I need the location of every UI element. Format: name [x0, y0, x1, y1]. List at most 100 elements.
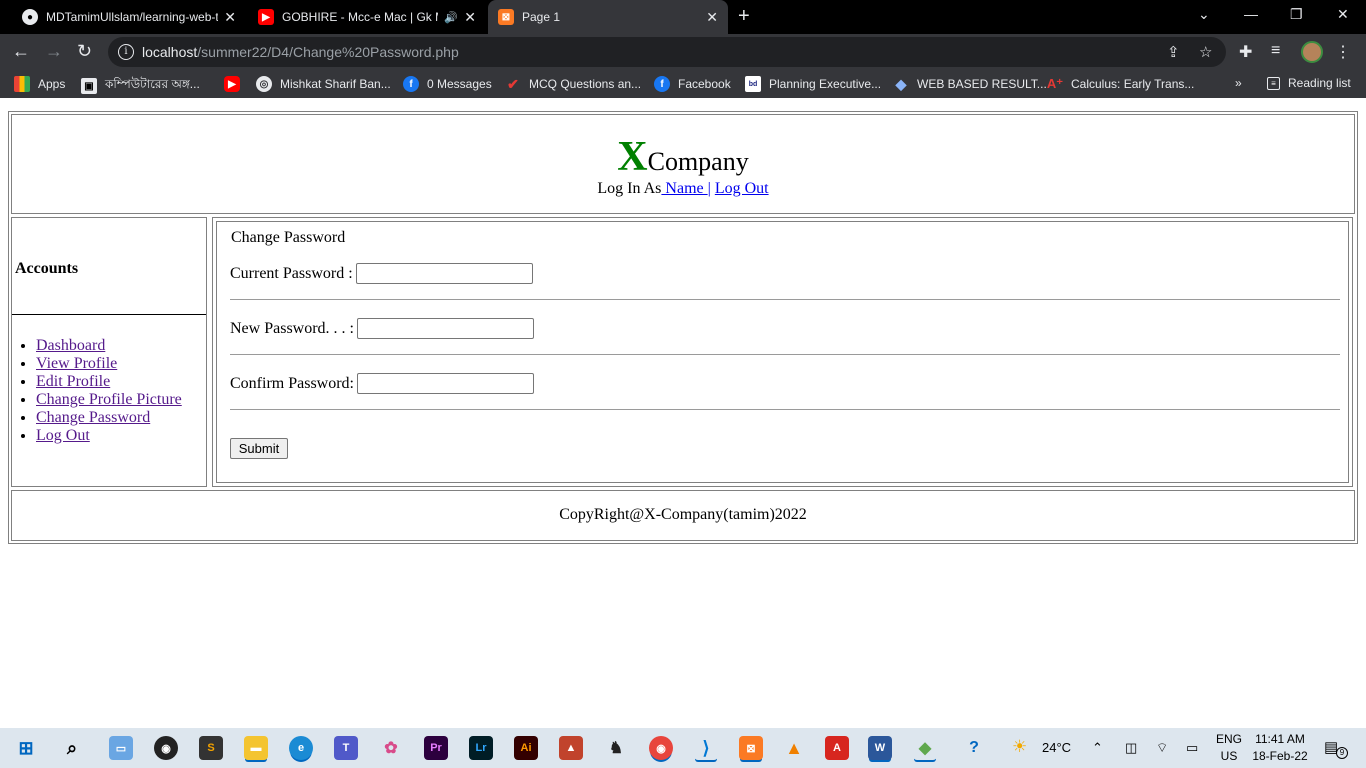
- sublime-icon[interactable]: S: [199, 736, 223, 760]
- app-tray-icon[interactable]: ◫: [1125, 740, 1137, 756]
- close-icon[interactable]: ✕: [224, 9, 236, 26]
- sidebar-title: Accounts: [15, 260, 79, 277]
- current-password-input[interactable]: [355, 263, 533, 284]
- media-control-icon[interactable]: ≡: [1271, 42, 1280, 60]
- paint-icon[interactable]: ✿: [379, 736, 403, 760]
- search-icon[interactable]: ⌕: [60, 736, 84, 760]
- more-bookmarks-button[interactable]: »: [1235, 76, 1242, 90]
- change-password-link[interactable]: Change Password: [36, 409, 150, 426]
- reading-list-button[interactable]: ≡ Reading list: [1267, 76, 1351, 90]
- view-profile-link[interactable]: View Profile: [36, 355, 117, 372]
- tab-youtube[interactable]: ▶ GOBHIRE - Mcc-e Mac | Gk Ma 🔊 ✕: [248, 0, 486, 34]
- chrome-icon[interactable]: ◉: [649, 736, 673, 760]
- word-icon[interactable]: W: [868, 736, 892, 760]
- login-status: Log In As Name | Log Out: [12, 180, 1354, 198]
- avatar[interactable]: [1301, 41, 1323, 63]
- language-indicator[interactable]: ENG US: [1216, 731, 1242, 765]
- new-password-label: New Password. . . :: [230, 319, 354, 337]
- edit-profile-link[interactable]: Edit Profile: [36, 373, 110, 390]
- battery-icon[interactable]: ▭: [1186, 740, 1198, 756]
- confirm-password-input[interactable]: [357, 373, 534, 394]
- speaker-icon[interactable]: 🔊: [444, 11, 458, 24]
- bookmark-item[interactable]: bd Planning Executive...: [745, 76, 881, 92]
- windows-start-icon[interactable]: ⊞: [14, 736, 38, 760]
- task-view-icon[interactable]: ▭: [109, 736, 133, 760]
- new-tab-icon[interactable]: +: [738, 6, 750, 26]
- change-profile-picture-link[interactable]: Change Profile Picture: [36, 391, 182, 408]
- dashboard-link[interactable]: Dashboard: [36, 337, 105, 354]
- close-icon[interactable]: ✕: [706, 9, 718, 26]
- bookmark-item[interactable]: A⁺ Calculus: Early Trans...: [1046, 76, 1195, 92]
- bookmark-apps[interactable]: Apps: [14, 76, 65, 92]
- confirm-password-label: Confirm Password:: [230, 374, 354, 392]
- app-icon[interactable]: ▲: [559, 736, 583, 760]
- lightroom-icon[interactable]: Lr: [469, 736, 493, 760]
- obs-icon[interactable]: ◉: [154, 736, 178, 760]
- restore-icon[interactable]: ❐: [1290, 6, 1303, 23]
- menu-icon[interactable]: ⋮: [1335, 42, 1351, 62]
- xampp-icon[interactable]: ⊠: [739, 736, 763, 760]
- minimize-icon[interactable]: —: [1244, 6, 1258, 22]
- logout-sidebar-link[interactable]: Log Out: [36, 427, 90, 444]
- calculus-icon: A⁺: [1046, 76, 1064, 91]
- info-icon[interactable]: i: [118, 44, 134, 60]
- mcq-icon: ✔: [507, 75, 519, 92]
- wifi-icon[interactable]: ⌔: [1156, 740, 1168, 756]
- back-icon[interactable]: ←: [12, 42, 30, 60]
- url-text[interactable]: localhost/summer22/D4/Change%20Password.…: [142, 44, 459, 60]
- diamond-icon: ◆: [895, 75, 907, 92]
- bookmark-item[interactable]: ✔ MCQ Questions an...: [505, 76, 641, 92]
- sidebar-item-dashboard: Dashboard: [36, 337, 182, 355]
- weather-temp[interactable]: 24°C: [1042, 740, 1071, 755]
- clock-date: 18-Feb-22: [1252, 749, 1308, 763]
- tray-chevron-icon[interactable]: ⌃: [1092, 740, 1103, 756]
- forward-icon[interactable]: →: [45, 42, 63, 60]
- new-password-row: New Password. . . :: [230, 318, 534, 339]
- clock[interactable]: 11:41 AM 18-Feb-22: [1250, 731, 1310, 765]
- xampp-icon: ⊠: [498, 9, 514, 25]
- bookmark-star-icon[interactable]: ☆: [1199, 43, 1212, 61]
- bookmark-youtube[interactable]: ▶: [224, 76, 248, 92]
- teams-icon[interactable]: T: [334, 736, 358, 760]
- illustrator-icon[interactable]: Ai: [514, 736, 538, 760]
- reload-icon[interactable]: ↻: [77, 42, 92, 60]
- close-window-icon[interactable]: ✕: [1337, 6, 1349, 23]
- brand-name: Company: [647, 147, 749, 176]
- weather-icon[interactable]: ☀: [1012, 737, 1027, 757]
- app-icon[interactable]: ◆: [913, 736, 937, 760]
- vscode-icon[interactable]: ⟩: [694, 736, 718, 760]
- bookmark-label: কম্পিউটারের অঙ্গ...: [105, 77, 200, 91]
- logout-link[interactable]: Log Out: [715, 180, 769, 197]
- help-icon[interactable]: ?: [962, 736, 986, 760]
- header-cell: XCompany Log In As Name | Log Out: [11, 114, 1355, 214]
- premiere-icon[interactable]: Pr: [424, 736, 448, 760]
- bookmark-item[interactable]: ◆ WEB BASED RESULT...: [893, 76, 1047, 92]
- bookmark-item[interactable]: ▣ কম্পিউটারের অঙ্গ...: [81, 76, 200, 96]
- url-path: /summer22/D4/Change%20Password.php: [197, 44, 459, 60]
- divider: [230, 299, 1340, 300]
- bookmark-item[interactable]: f 0 Messages: [403, 76, 492, 92]
- taskbar: ⊞ ⌕ ▭ ◉ S ▬ e T ✿ Pr Lr Ai ▲ ♞ ◉ ⟩ ⊠ ▲ A…: [0, 728, 1366, 768]
- address-bar[interactable]: i localhost/summer22/D4/Change%20Passwor…: [108, 37, 1226, 67]
- tab-page-1[interactable]: ⊠ Page 1 ✕: [488, 0, 728, 34]
- extensions-icon[interactable]: ✚: [1239, 42, 1252, 62]
- edge-icon[interactable]: e: [289, 736, 313, 760]
- new-password-input[interactable]: [357, 318, 534, 339]
- app-icon[interactable]: ♞: [604, 736, 628, 760]
- acrobat-icon[interactable]: A: [825, 736, 849, 760]
- close-icon[interactable]: ✕: [464, 9, 476, 26]
- notification-count: 9: [1336, 747, 1348, 759]
- url-host: localhost: [142, 44, 198, 60]
- vlc-icon[interactable]: ▲: [782, 736, 806, 760]
- bookmark-item[interactable]: ◎ Mishkat Sharif Ban...: [256, 76, 391, 92]
- tab-github[interactable]: ● MDTamimUllslam/learning-web-t ✕: [12, 0, 246, 34]
- bookmark-item[interactable]: f Facebook: [654, 76, 731, 92]
- reading-list-icon: ≡: [1267, 76, 1280, 90]
- share-icon[interactable]: ⇪: [1167, 43, 1180, 61]
- submit-button[interactable]: Submit: [230, 438, 288, 459]
- login-prefix: Log In As: [597, 180, 662, 197]
- user-name-link[interactable]: Name: [661, 180, 707, 197]
- tab-search-icon[interactable]: ⌄: [1198, 6, 1210, 23]
- file-explorer-icon[interactable]: ▬: [244, 736, 268, 760]
- copyright-text: CopyRight@X-Company(tamim)2022: [559, 506, 807, 523]
